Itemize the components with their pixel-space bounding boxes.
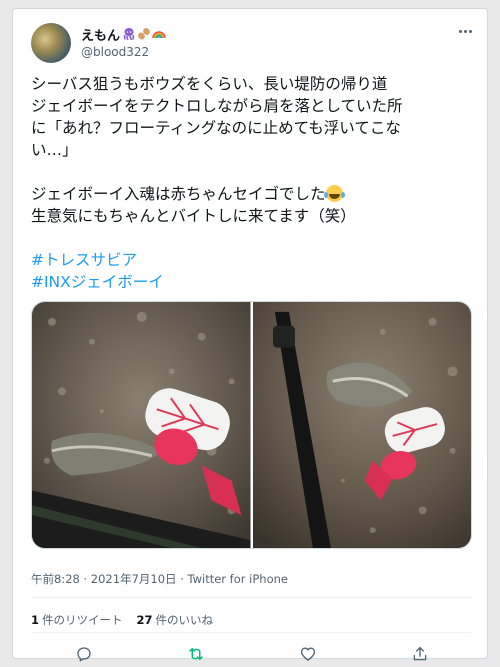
author-name-row: えもん xyxy=(81,25,166,44)
heart-icon xyxy=(300,647,316,661)
tweet-time[interactable]: 午前8:28 xyxy=(31,572,80,586)
tweet-text: シーバス狙うもボウズをくらい、長い堤防の帰り道 ジェイボーイをテクトロしながら肩… xyxy=(31,73,476,293)
photo-right[interactable] xyxy=(252,302,471,548)
photo-grid xyxy=(31,301,472,549)
retweet-button[interactable] xyxy=(185,643,207,665)
retweets-label: 件のリツイート xyxy=(42,613,123,627)
display-name[interactable]: えもん xyxy=(81,25,120,44)
reply-icon xyxy=(77,647,91,662)
retweet-icon xyxy=(189,648,203,660)
tweet-line: ジェイボーイをテクトロしながら肩を落としていた所 xyxy=(31,97,403,115)
lure-fish-photo xyxy=(32,302,251,548)
tweet-date[interactable]: 2021年7月10日 xyxy=(91,572,177,586)
divider xyxy=(31,632,472,633)
tweet-stats: 1 件のリツイート 27 件のいいね xyxy=(31,612,213,628)
tweet-line: い…」 xyxy=(31,141,78,159)
divider xyxy=(31,597,472,598)
tears-of-joy-icon xyxy=(323,185,343,202)
meta-separator: · xyxy=(180,572,184,586)
like-button[interactable] xyxy=(297,643,319,665)
tweet-card: えもん @blood322 シーバス狙うもボウズをくらい、長い堤防の帰り道 ジェ… xyxy=(12,8,488,662)
action-bar xyxy=(73,643,433,665)
more-options-icon[interactable] xyxy=(455,23,475,39)
retweets-stat[interactable]: 1 件のリツイート xyxy=(31,612,123,628)
handle[interactable]: @blood322 xyxy=(81,45,149,59)
share-icon xyxy=(413,646,427,661)
photo-left[interactable] xyxy=(32,302,251,548)
rainbow-icon xyxy=(152,31,166,39)
tweet-line: に「あれ？フローティングなのに止めても浮いてこな xyxy=(31,119,401,137)
fish-rod-photo xyxy=(252,302,471,548)
likes-count: 27 xyxy=(136,613,153,627)
meta-separator: · xyxy=(83,572,88,586)
octopus-icon xyxy=(123,28,135,40)
hashtag-link[interactable]: #INXジェイボーイ xyxy=(31,271,476,293)
tweet-client[interactable]: Twitter for iPhone xyxy=(187,572,288,586)
name-emojis xyxy=(122,27,166,41)
tweet-line: 生意気にもちゃんとバイトしに来てます（笑） xyxy=(31,207,356,225)
avatar[interactable] xyxy=(31,23,71,63)
likes-stat[interactable]: 27 件のいいね xyxy=(137,612,214,628)
peanut-icon xyxy=(138,28,150,40)
tweet-meta: 午前8:28 · 2021年7月10日 · Twitter for iPhone xyxy=(31,571,288,587)
reply-button[interactable] xyxy=(73,643,95,665)
share-button[interactable] xyxy=(409,643,431,665)
hashtag-link[interactable]: #トレスサビア xyxy=(31,249,476,271)
retweets-count: 1 xyxy=(31,613,40,627)
likes-label: 件のいいね xyxy=(155,613,214,627)
tweet-line-with-emoji: ジェイボーイ入魂は赤ちゃんセイゴでした xyxy=(31,183,476,205)
tweet-line: ジェイボーイ入魂は赤ちゃんセイゴでした xyxy=(31,185,326,203)
tweet-line: シーバス狙うもボウズをくらい、長い堤防の帰り道 xyxy=(31,75,388,93)
